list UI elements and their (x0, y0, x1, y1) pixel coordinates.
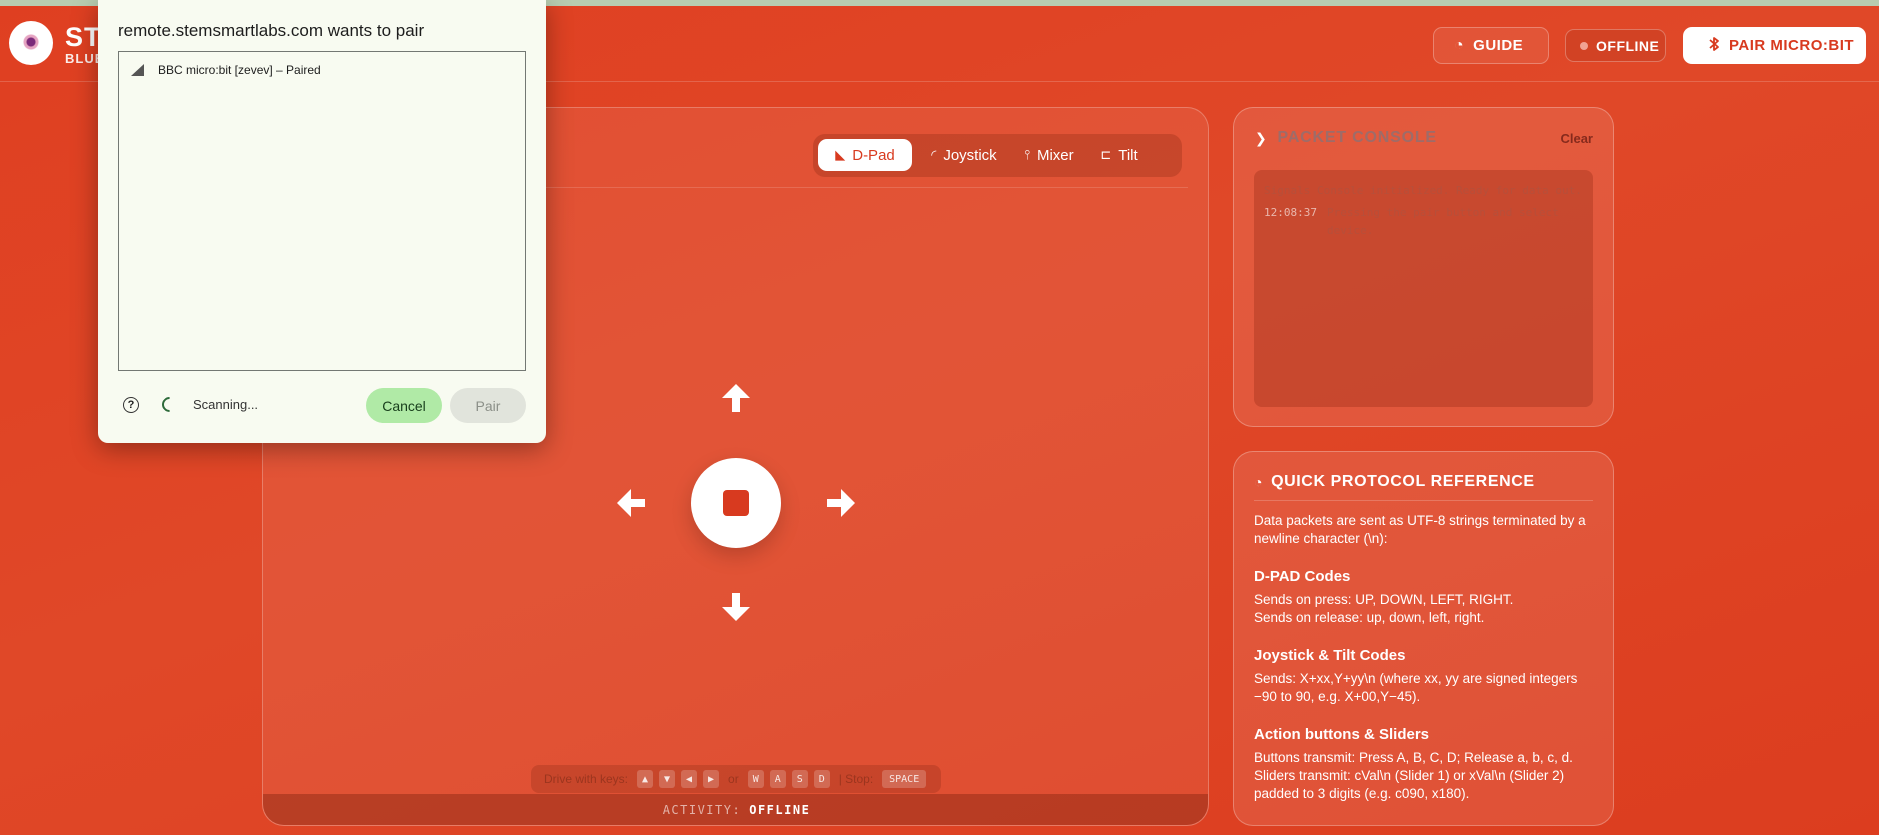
signal-strength-icon (131, 64, 144, 76)
tab-joystick[interactable]: ◜ Joystick (923, 139, 1005, 171)
log-text: Pressing the pair button and select devi… (1326, 206, 1559, 237)
terminal-icon: ❯ (1255, 129, 1268, 146)
brand-title: ST (65, 22, 102, 52)
key-s: S (791, 770, 808, 788)
activity-value: OFFLINE (749, 802, 811, 817)
tab-label: D-Pad (852, 146, 895, 164)
bluetooth-icon (1708, 36, 1720, 56)
key-d: D (813, 770, 830, 788)
mode-tabs: ◣ D-Pad ◜ Joystick ⫯ Mixer ⊏ Tilt (813, 134, 1182, 177)
help-icon[interactable]: ? (123, 397, 139, 413)
gauge-icon: ◔ (1254, 474, 1264, 490)
arrow-up-icon (722, 384, 750, 412)
keyhint-prefix: Drive with keys: (544, 772, 629, 786)
activity-bar: ACTIVITY: OFFLINE (263, 794, 1208, 825)
action-buttons-text: Buttons transmit: Press A, B, C, D; Rele… (1254, 750, 1573, 765)
joystick-codes-text: Sends: X+xx,Y+yy\n (where xx, yy are sig… (1254, 671, 1578, 704)
log-line: Signals Console initialized. Ready for d… (1264, 182, 1583, 200)
dpad-down-button[interactable] (716, 587, 756, 627)
guide-button[interactable]: ◔ GUIDE (1433, 27, 1549, 64)
mixer-icon: ⫯ (1024, 147, 1030, 162)
status-dot-icon (1580, 41, 1588, 50)
dpad-codes-text: Sends on press: UP, DOWN, LEFT, RIGHT. S… (1254, 591, 1593, 627)
loading-spinner-icon (158, 393, 181, 416)
tab-label: Joystick (943, 146, 997, 164)
key-a: A (769, 770, 786, 788)
arrow-left-icon (617, 489, 645, 517)
logo (9, 21, 53, 65)
logo-mark (14, 33, 48, 53)
pair-button[interactable]: Pair (450, 388, 526, 423)
console-log: Signals Console initialized. Ready for d… (1254, 170, 1593, 407)
arrow-right-icon (827, 489, 855, 517)
keyhint-or: or (728, 772, 739, 786)
tab-tilt[interactable]: ⊏ Tilt (1093, 139, 1145, 171)
pair-microbit-button[interactable]: PAIR MICRO:BIT (1683, 27, 1866, 64)
log-text: Signals Console initialized. Ready for d… (1264, 184, 1582, 197)
dpad-release-text: Sends on release: up, down, left, right. (1254, 610, 1485, 625)
activity-label: ACTIVITY: (662, 802, 742, 817)
protocol-reference: ◔ QUICK PROTOCOL REFERENCE Data packets … (1233, 451, 1614, 826)
device-list: BBC micro:bit [zevev] – Paired (118, 51, 526, 371)
keyhint-stop: | Stop: (838, 772, 874, 786)
gauge-icon: ◔ (1454, 36, 1465, 54)
tab-label: Mixer (1036, 146, 1074, 164)
joystick-codes-heading: Joystick & Tilt Codes (1254, 647, 1406, 664)
log-timestamp: 12:08:37 (1264, 206, 1317, 219)
status-label: OFFLINE (1596, 37, 1660, 54)
connection-status-badge: OFFLINE (1565, 29, 1666, 62)
device-name: BBC micro:bit [zevev] – Paired (158, 63, 321, 77)
tab-label: Tilt (1118, 146, 1138, 164)
key-down: ▼ (659, 770, 676, 788)
arrow-down-icon (722, 593, 750, 621)
keyboard-hint: Drive with keys: ▲ ▼ ◀ ▶ or W A S D | St… (531, 765, 941, 793)
console-title-text: PACKET CONSOLE (1277, 129, 1437, 146)
dpad-up-button[interactable] (716, 378, 756, 418)
reference-intro: Data packets are sent as UTF-8 strings t… (1254, 513, 1586, 546)
console-title: ❯ PACKET CONSOLE (1255, 129, 1437, 147)
action-codes-heading: Action buttons & Sliders (1254, 726, 1430, 743)
key-up: ▲ (637, 770, 654, 788)
guide-label: GUIDE (1473, 37, 1524, 54)
log-line: 12:08:37 Pressing the pair button and se… (1264, 204, 1583, 240)
dpad-codes-heading: D-PAD Codes (1254, 568, 1351, 585)
dpad-right-button[interactable] (821, 483, 861, 523)
action-sliders-text: Sliders transmit: cVal\n (Slider 1) or x… (1254, 768, 1565, 801)
joystick-icon: ◜ (931, 147, 937, 162)
scan-status: Scanning... (193, 397, 259, 412)
key-left: ◀ (681, 770, 698, 788)
tab-dpad[interactable]: ◣ D-Pad (818, 139, 912, 171)
pair-label: PAIR MICRO:BIT (1729, 37, 1855, 54)
action-codes-text: Buttons transmit: Press A, B, C, D; Rele… (1254, 749, 1593, 803)
key-right: ▶ (703, 770, 720, 788)
device-list-item[interactable]: BBC micro:bit [zevev] – Paired (131, 63, 321, 77)
stop-icon (723, 490, 749, 516)
reference-title-text: QUICK PROTOCOL REFERENCE (1271, 473, 1535, 490)
tab-mixer[interactable]: ⫯ Mixer (1018, 139, 1080, 171)
dpad-icon: ◣ (835, 147, 846, 162)
key-w: W (747, 770, 764, 788)
packet-console: ❯ PACKET CONSOLE Clear Signals Console i… (1233, 107, 1614, 427)
key-space: SPACE (882, 770, 927, 788)
console-clear-button[interactable]: Clear (1560, 131, 1593, 146)
tilt-icon: ⊏ (1100, 147, 1112, 162)
cancel-button[interactable]: Cancel (366, 388, 442, 423)
dialog-title: remote.stemsmartlabs.com wants to pair (118, 21, 425, 40)
reference-title: ◔ QUICK PROTOCOL REFERENCE (1254, 473, 1593, 501)
bluetooth-pair-dialog: remote.stemsmartlabs.com wants to pair B… (98, 0, 546, 443)
dpad-press-text: Sends on press: UP, DOWN, LEFT, RIGHT. (1254, 592, 1514, 607)
dpad-stop-button[interactable] (691, 458, 781, 548)
dpad-left-button[interactable] (611, 483, 651, 523)
